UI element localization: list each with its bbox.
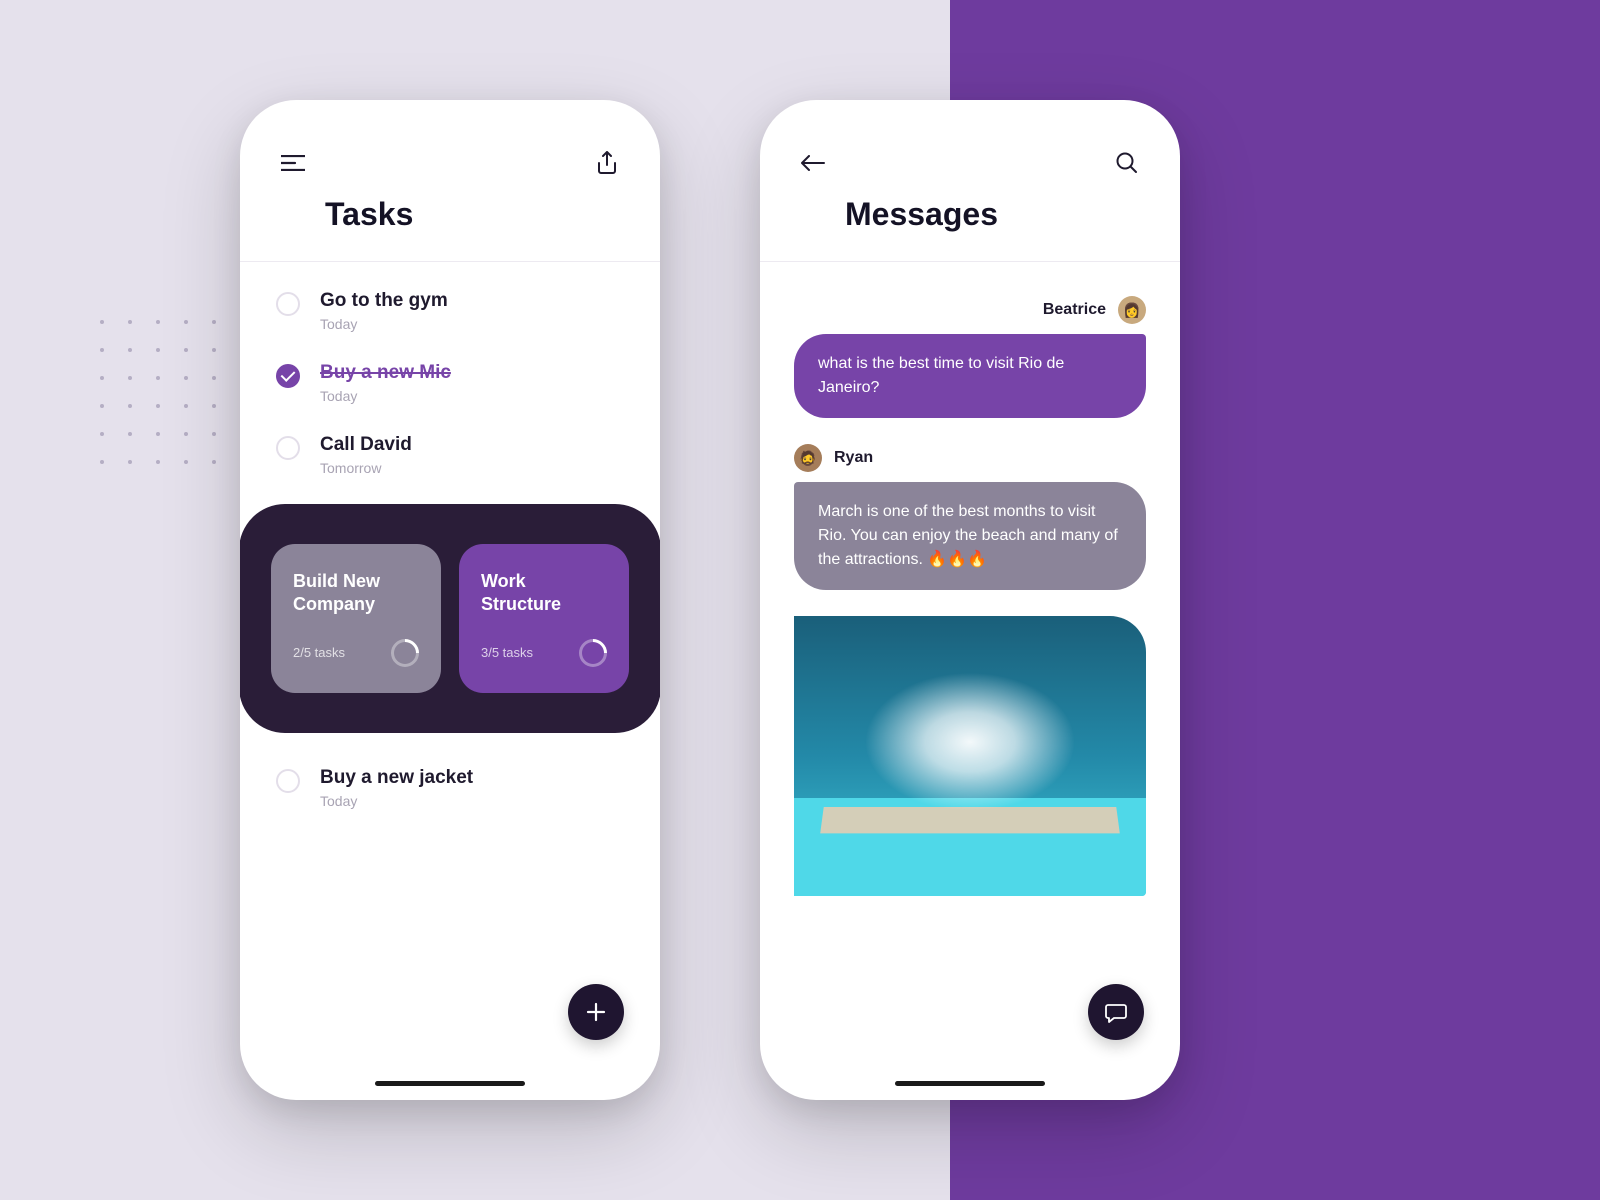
task-checkbox[interactable] — [276, 292, 300, 316]
progress-ring-icon — [573, 633, 613, 673]
task-item[interactable]: Buy a new jacket Today — [276, 767, 620, 809]
projects-section: Build New Company 2/5 tasks Work Structu… — [240, 504, 660, 733]
task-subtitle: Today — [320, 316, 620, 332]
project-card[interactable]: Work Structure 3/5 tasks — [459, 544, 629, 693]
avatar[interactable]: 🧔 — [794, 444, 822, 472]
task-checkbox-checked[interactable] — [276, 364, 300, 388]
back-icon[interactable] — [800, 150, 826, 176]
page-title: Messages — [845, 196, 1140, 233]
project-title: Build New Company — [293, 570, 419, 617]
search-icon[interactable] — [1114, 150, 1140, 176]
task-subtitle: Today — [320, 793, 620, 809]
tasks-screen: Tasks Go to the gym Today Buy a new Mic … — [240, 100, 660, 1100]
share-icon[interactable] — [594, 150, 620, 176]
home-indicator[interactable] — [895, 1081, 1045, 1086]
messages-screen: Messages Beatrice 👩 what is the best tim… — [760, 100, 1180, 1100]
progress-ring-icon — [385, 633, 425, 673]
task-label: Buy a new Mic — [320, 362, 620, 384]
project-title: Work Structure — [481, 570, 607, 617]
compose-button[interactable] — [1088, 984, 1144, 1040]
task-item[interactable]: Buy a new Mic Today — [276, 362, 620, 404]
task-item[interactable]: Call David Tomorrow — [276, 434, 620, 476]
photo-attachment[interactable] — [794, 616, 1146, 896]
page-title: Tasks — [325, 196, 620, 233]
task-checkbox[interactable] — [276, 769, 300, 793]
project-count: 2/5 tasks — [293, 645, 345, 660]
task-label: Buy a new jacket — [320, 767, 620, 789]
message-bubble-outgoing[interactable]: what is the best time to visit Rio de Ja… — [794, 334, 1146, 418]
task-subtitle: Today — [320, 388, 620, 404]
task-label: Call David — [320, 434, 620, 456]
sender-row: Beatrice 👩 — [794, 296, 1146, 324]
task-item[interactable]: Go to the gym Today — [276, 290, 620, 332]
sender-name: Ryan — [834, 449, 873, 467]
menu-icon[interactable] — [280, 150, 306, 176]
home-indicator[interactable] — [375, 1081, 525, 1086]
sender-row: 🧔 Ryan — [794, 444, 1146, 472]
task-checkbox[interactable] — [276, 436, 300, 460]
project-count: 3/5 tasks — [481, 645, 533, 660]
sender-name: Beatrice — [1043, 301, 1106, 319]
task-label: Go to the gym — [320, 290, 620, 312]
project-card[interactable]: Build New Company 2/5 tasks — [271, 544, 441, 693]
avatar[interactable]: 👩 — [1118, 296, 1146, 324]
task-subtitle: Tomorrow — [320, 460, 620, 476]
decorative-dots — [100, 320, 244, 464]
add-task-button[interactable] — [568, 984, 624, 1040]
message-bubble-incoming[interactable]: March is one of the best months to visit… — [794, 482, 1146, 590]
